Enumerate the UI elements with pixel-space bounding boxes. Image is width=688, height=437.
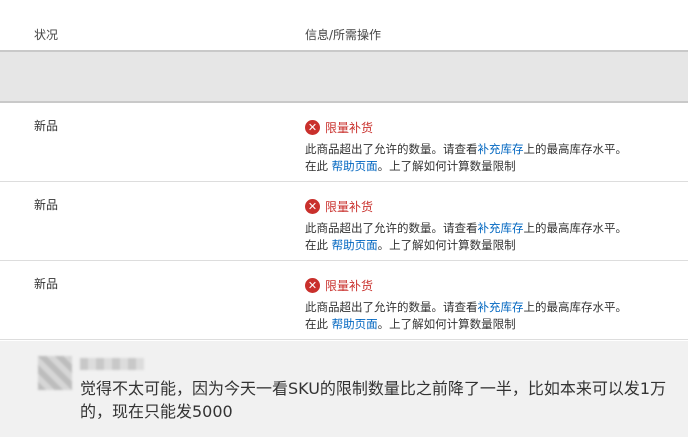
- empty-row-band: [0, 52, 688, 103]
- help-message: 在此 帮助页面。上了解如何计算数量限制: [305, 316, 516, 332]
- condition-label: 新品: [34, 277, 59, 291]
- help-page-link[interactable]: 帮助页面: [332, 238, 378, 252]
- help-page-link[interactable]: 帮助页面: [332, 317, 378, 331]
- table-header: 状况 信息/所需操作: [0, 0, 688, 52]
- error-message: 此商品超出了允许的数量。请查看补充库存上的最高库存水平。: [305, 299, 627, 315]
- status-column-header: 状况: [34, 28, 59, 42]
- message-text: 上的最高库存水平。: [523, 142, 628, 156]
- message-text: 。上了解如何计算数量限制: [377, 238, 516, 252]
- info-column-header: 信息/所需操作: [305, 28, 382, 42]
- error-title: 限量补货: [325, 279, 374, 293]
- error-x-circle-icon: ✕: [305, 120, 320, 135]
- message-text: 。上了解如何计算数量限制: [377, 317, 516, 331]
- message-text: 在此: [305, 317, 332, 331]
- error-message: 此商品超出了允许的数量。请查看补充库存上的最高库存水平。: [305, 141, 627, 157]
- comment-text: 觉得不太可能，因为今天一看SKU的限制数量比之前降了一半，比如本来可以发1万的，…: [80, 379, 667, 421]
- condition-label: 新品: [34, 198, 59, 212]
- help-message: 在此 帮助页面。上了解如何计算数量限制: [305, 158, 516, 174]
- message-text: 在此: [305, 159, 332, 173]
- message-text: 此商品超出了允许的数量。请查看: [305, 221, 478, 235]
- blurred-username: [80, 358, 144, 370]
- comment-panel: 觉得不太可能，因为今天一看SKU的限制数量比之前降了一半，比如本来可以发1万的，…: [0, 341, 688, 437]
- avatar: [38, 356, 72, 390]
- restock-link[interactable]: 补充库存: [478, 142, 524, 156]
- error-message: 此商品超出了允许的数量。请查看补充库存上的最高库存水平。: [305, 220, 627, 236]
- restock-link[interactable]: 补充库存: [478, 221, 524, 235]
- error-x-circle-icon: ✕: [305, 199, 320, 214]
- condition-label: 新品: [34, 119, 59, 133]
- help-message: 在此 帮助页面。上了解如何计算数量限制: [305, 237, 516, 253]
- restock-link[interactable]: 补充库存: [478, 300, 524, 314]
- table-row: 新品 ✕ 限量补货 此商品超出了允许的数量。请查看补充库存上的最高库存水平。 在…: [0, 182, 688, 261]
- message-text: 此商品超出了允许的数量。请查看: [305, 300, 478, 314]
- table-row: 新品 ✕ 限量补货 此商品超出了允许的数量。请查看补充库存上的最高库存水平。 在…: [0, 103, 688, 182]
- error-title: 限量补货: [325, 121, 374, 135]
- help-page-link[interactable]: 帮助页面: [332, 159, 378, 173]
- message-text: 。上了解如何计算数量限制: [377, 159, 516, 173]
- message-text: 此商品超出了允许的数量。请查看: [305, 142, 478, 156]
- table-row: 新品 ✕ 限量补货 此商品超出了允许的数量。请查看补充库存上的最高库存水平。 在…: [0, 261, 688, 340]
- message-text: 在此: [305, 238, 332, 252]
- message-text: 上的最高库存水平。: [523, 300, 628, 314]
- error-x-circle-icon: ✕: [305, 278, 320, 293]
- error-title: 限量补货: [325, 200, 374, 214]
- message-text: 上的最高库存水平。: [523, 221, 628, 235]
